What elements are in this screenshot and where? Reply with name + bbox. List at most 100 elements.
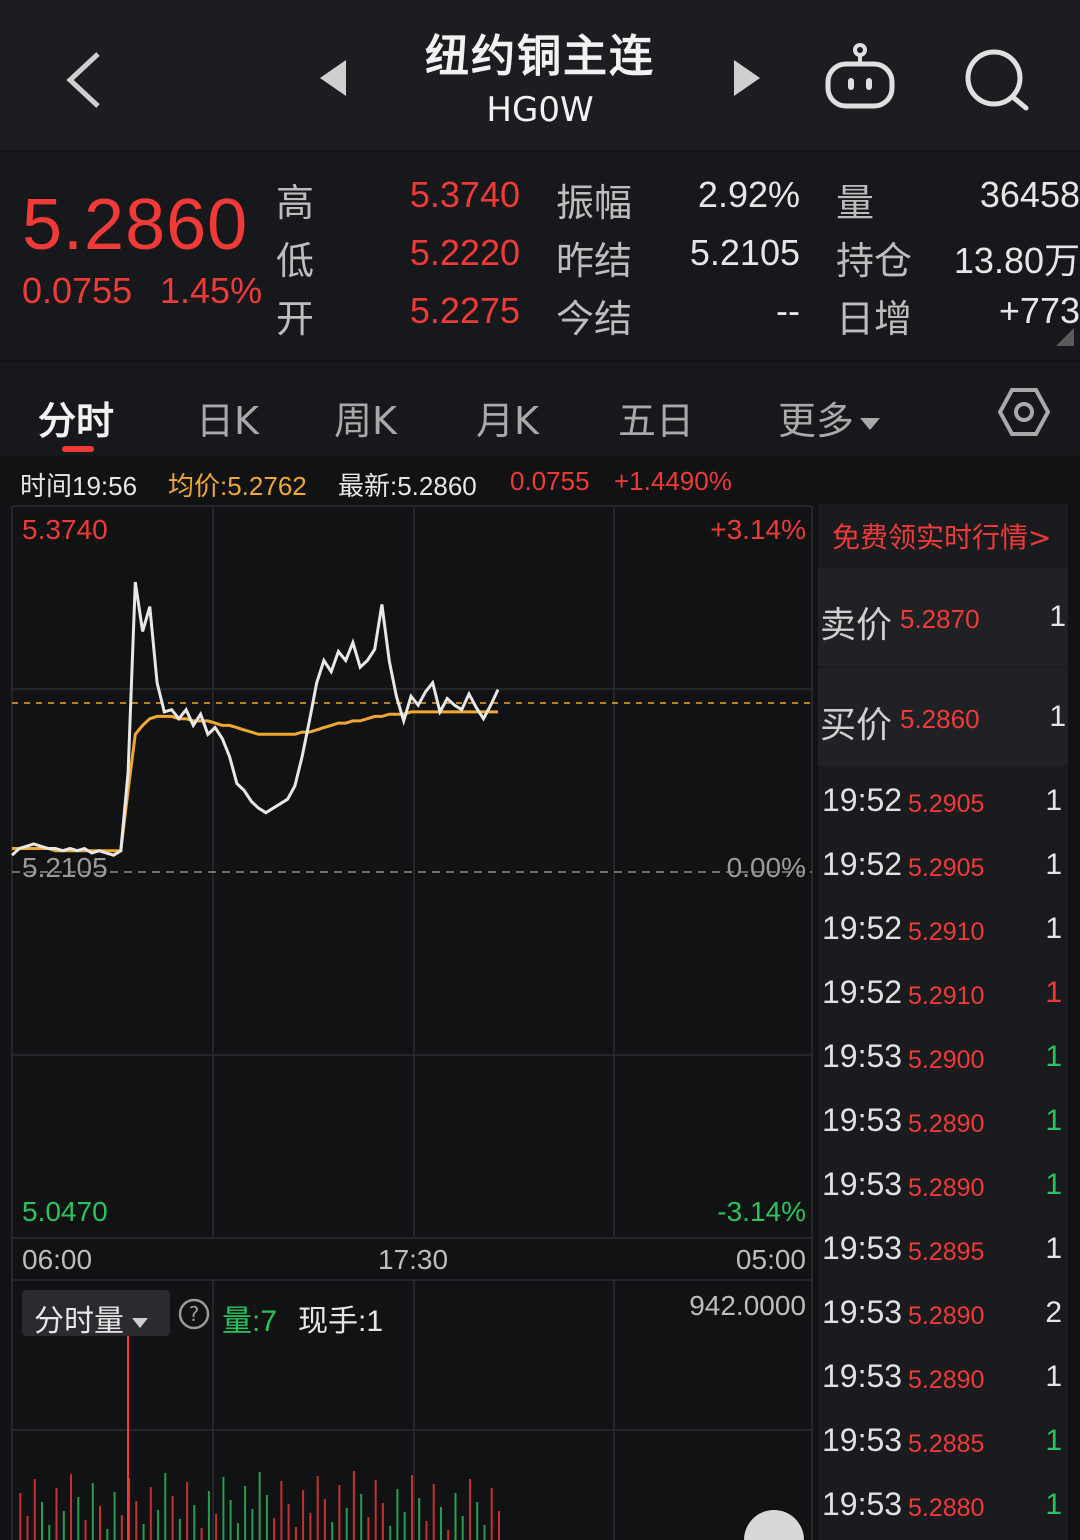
next-contract-icon[interactable]: [732, 58, 762, 98]
volume-bar: [331, 1522, 334, 1540]
amplitude-label: 振幅: [556, 181, 633, 225]
tick-row: 19:53 5.2895 1: [818, 1218, 1068, 1282]
volume-bar: [360, 1494, 363, 1540]
tick-row: 19:52 5.2905 1: [818, 834, 1068, 898]
volume-bar: [294, 1527, 297, 1540]
tick-price: 5.2890: [908, 1174, 985, 1202]
volume-bar: [142, 1524, 145, 1540]
realtime-promo-link[interactable]: 免费领实时行情>: [818, 504, 1068, 566]
volume-bar: [498, 1511, 500, 1540]
settle-value: --: [776, 290, 800, 331]
high-value: 5.3740: [409, 174, 520, 215]
chart-canvas: [10, 505, 813, 1540]
amplitude-value: 2.92%: [697, 174, 800, 215]
volume-indicator-select[interactable]: 分时量: [22, 1290, 170, 1339]
expand-corner-icon[interactable]: [1056, 328, 1074, 346]
volume-bar: [273, 1518, 276, 1540]
current-hand-label: 现手:1: [298, 1305, 384, 1338]
sell-row: 卖价 5.2870 1: [818, 568, 1068, 666]
tick-time: 19:53: [822, 1486, 903, 1522]
tick-row: 19:53 5.2900 1: [818, 1026, 1068, 1090]
volume-label: 量: [836, 181, 875, 225]
volume-bar: [461, 1516, 464, 1540]
back-icon[interactable]: [62, 50, 106, 110]
tick-qty: 1: [1045, 848, 1062, 881]
tick-qty: 1: [1045, 1168, 1062, 1201]
tick-row: 19:53 5.2890 2: [818, 1282, 1068, 1346]
tick-time: 19:53: [822, 1230, 903, 1266]
volume-bar: [48, 1525, 51, 1540]
tab-monthly-k[interactable]: 月K: [476, 390, 539, 445]
y-mid-label: 5.2105: [22, 852, 108, 883]
tick-qty: 1: [1045, 912, 1062, 945]
tick-qty: 1: [1045, 1424, 1062, 1457]
volume-bar: [91, 1483, 94, 1540]
low-value: 5.2220: [409, 232, 520, 273]
high-label: 高: [276, 181, 315, 225]
settings-hex-icon[interactable]: [998, 388, 1050, 436]
info-avg: 均价:5.2762: [168, 471, 307, 501]
tick-price: 5.2890: [908, 1302, 985, 1330]
tick-time: 19:53: [822, 1166, 903, 1202]
contract-code: HG0W: [486, 90, 594, 130]
tick-time: 19:52: [822, 910, 903, 946]
volume-bar: [265, 1495, 268, 1540]
volume-bar: [367, 1517, 370, 1540]
active-tab-indicator: [62, 446, 94, 452]
volume-bar: [207, 1491, 210, 1540]
volume-bar: [186, 1482, 189, 1540]
daily-inc-value: +773: [998, 290, 1080, 331]
tick-qty: 2: [1045, 1296, 1062, 1329]
tick-price: 5.2905: [908, 854, 985, 882]
volume-bar: [454, 1493, 457, 1540]
tab-five-day[interactable]: 五日: [618, 390, 694, 445]
y-bottom-label: 5.0470: [22, 1196, 108, 1227]
sell-qty: 1: [1049, 600, 1066, 633]
tick-row: 19:52 5.2905 1: [818, 770, 1068, 834]
tick-price: 5.2900: [908, 1046, 985, 1074]
svg-text:?: ?: [189, 1302, 200, 1326]
intraday-chart[interactable]: 5.3740 +3.14% 5.2105 0.00% 5.0470 -3.14%…: [0, 504, 816, 1540]
volume-value-label: 量:7: [222, 1305, 278, 1338]
y-top-label: 5.3740: [22, 514, 108, 545]
volume-bar: [113, 1492, 116, 1540]
buy-qty: 1: [1049, 700, 1066, 733]
tick-row: 19:52 5.2910 1: [818, 962, 1068, 1026]
help-icon[interactable]: ?: [178, 1298, 210, 1330]
open-value: 5.2275: [409, 290, 520, 331]
volume-bar: [171, 1496, 174, 1540]
robot-assistant-icon[interactable]: [822, 42, 898, 112]
tick-qty: 1: [1045, 1040, 1062, 1073]
search-icon[interactable]: [962, 46, 1032, 114]
volume-bar: [157, 1510, 160, 1540]
tick-qty: 1: [1045, 784, 1062, 817]
volume-bar: [418, 1498, 421, 1540]
price-change: 0.0755: [22, 270, 133, 311]
volume-max-label: 942.0000: [689, 1290, 806, 1321]
volume-bar: [302, 1490, 305, 1540]
top-bar: 纽约铜主连 HG0W: [0, 0, 1080, 150]
volume-bar: [411, 1475, 413, 1540]
daily-inc-label: 日增: [836, 297, 913, 341]
volume-value: 36458: [979, 174, 1080, 215]
tab-intraday[interactable]: 分时: [38, 390, 114, 445]
info-change-pct: +1.4490%: [614, 466, 732, 496]
volume-bar: [483, 1525, 486, 1540]
tick-row: 19:53 5.2890 1: [818, 1154, 1068, 1218]
tick-time: 19:53: [822, 1102, 903, 1138]
pct-bottom-label: -3.14%: [717, 1196, 806, 1227]
tick-qty: 1: [1045, 1104, 1062, 1137]
caret-down-icon: [860, 418, 881, 430]
volume-bar: [476, 1502, 479, 1540]
x-label-start: 06:00: [22, 1244, 93, 1275]
volume-bar: [389, 1526, 392, 1540]
volume-bar: [106, 1529, 109, 1540]
tab-daily-k[interactable]: 日K: [196, 390, 259, 445]
prev-settle-label: 昨结: [556, 239, 633, 283]
tick-time: 19:53: [822, 1294, 903, 1330]
x-label-end: 05:00: [735, 1244, 806, 1275]
tab-more[interactable]: 更多: [778, 390, 882, 445]
volume-bar: [149, 1487, 152, 1540]
tab-weekly-k[interactable]: 周K: [334, 390, 397, 445]
volume-bar: [135, 1501, 138, 1540]
